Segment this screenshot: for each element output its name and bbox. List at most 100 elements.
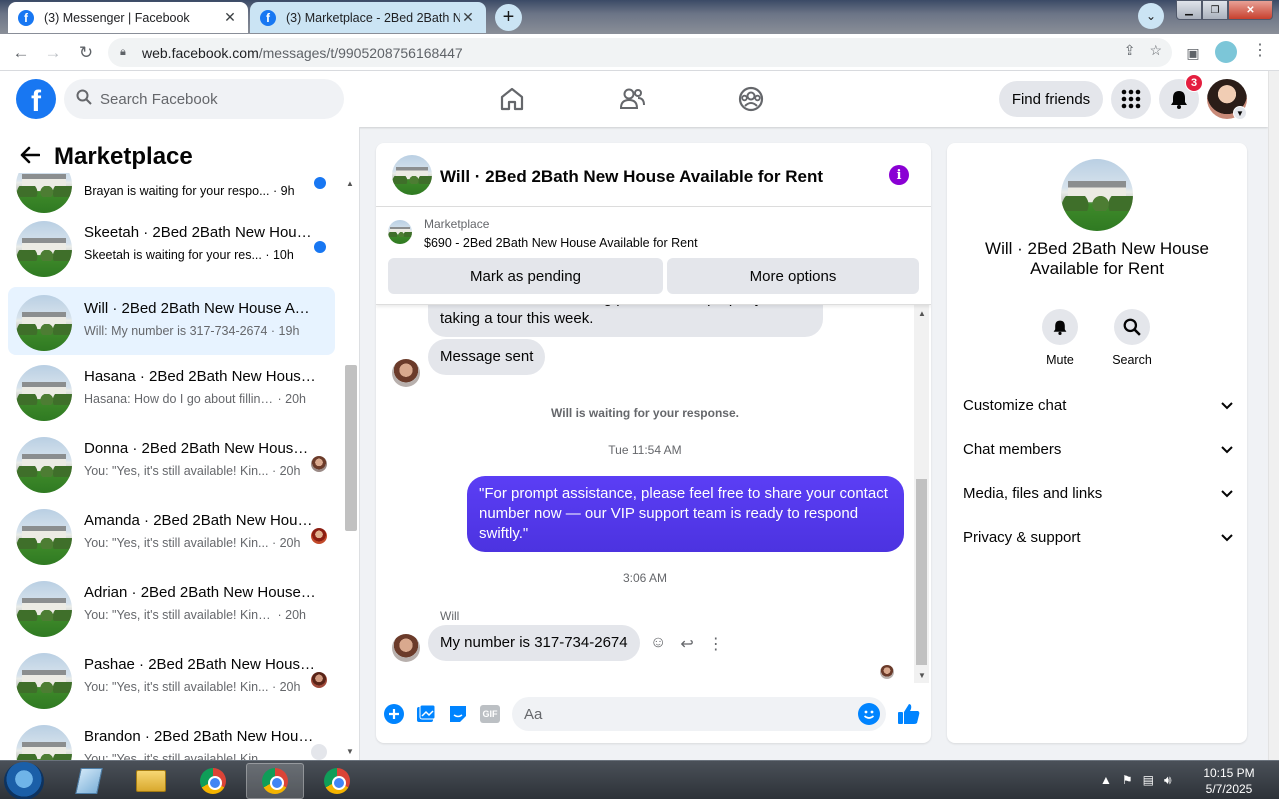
listing-description[interactable]: $690 - 2Bed 2Bath New House Available fo… bbox=[424, 236, 698, 250]
attach-photo-icon[interactable] bbox=[415, 703, 437, 725]
scroll-up-icon[interactable]: ▲ bbox=[918, 309, 926, 318]
conversation-preview: You: "Yes, it's still available! Kin... bbox=[84, 464, 269, 478]
conversation-item[interactable]: Donna · 2Bed 2Bath New House Available f… bbox=[8, 431, 335, 495]
scroll-up-icon[interactable]: ▲ bbox=[346, 179, 354, 188]
close-tab-icon[interactable]: ✕ bbox=[460, 9, 476, 26]
windows-taskbar: ▲ ⚑ ▤ 🔊︎ 10:15 PM 5/7/2025 bbox=[0, 760, 1279, 799]
message-bubble-incoming[interactable]: Message sent bbox=[428, 339, 546, 375]
message-input[interactable]: Aa bbox=[512, 697, 886, 731]
sidebar-scrollbar[interactable]: ▲ ▼ bbox=[343, 177, 357, 757]
browser-tabstrip: f (3) Messenger | Facebook ✕ f (3) Marke… bbox=[0, 0, 1279, 34]
groups-icon[interactable] bbox=[737, 85, 765, 113]
thumbs-up-icon[interactable] bbox=[896, 701, 922, 727]
thread-scrollbar[interactable]: ▲ ▼ bbox=[914, 305, 929, 683]
conversation-item[interactable]: Brayan is waiting for your respo... · 9h bbox=[8, 173, 335, 215]
find-friends-button[interactable]: Find friends bbox=[999, 81, 1103, 117]
chat-members-row[interactable]: Chat members bbox=[963, 427, 1233, 471]
more-actions-icon[interactable]: ⋮ bbox=[708, 634, 724, 654]
browser-tab-marketplace[interactable]: f (3) Marketplace - 2Bed 2Bath Ne ✕ bbox=[250, 2, 486, 33]
browser-tab-messenger[interactable]: f (3) Messenger | Facebook ✕ bbox=[8, 2, 248, 33]
close-tab-icon[interactable]: ✕ bbox=[222, 9, 238, 26]
scroll-down-icon[interactable]: ▼ bbox=[346, 747, 354, 756]
conversation-item[interactable]: Hasana · 2Bed 2Bath New House Available … bbox=[8, 359, 335, 423]
conversation-time: · 9h bbox=[272, 184, 295, 198]
volume-icon[interactable]: 🔊︎ bbox=[1164, 773, 1172, 788]
sender-avatar[interactable] bbox=[392, 634, 420, 662]
sender-avatar[interactable] bbox=[392, 359, 420, 387]
media-files-links-row[interactable]: Media, files and links bbox=[963, 471, 1233, 515]
conversation-item-active[interactable]: Will · 2Bed 2Bath New House Available fo… bbox=[8, 287, 335, 355]
chrome-app-icon[interactable] bbox=[184, 763, 242, 799]
address-bar[interactable]: 🔒︎ web.facebook.com/messages/t/990520875… bbox=[108, 38, 1172, 67]
more-options-button[interactable]: More options bbox=[667, 258, 919, 294]
file-explorer-icon[interactable] bbox=[122, 763, 180, 799]
chat-thumbnail[interactable] bbox=[392, 155, 432, 195]
conversation-preview: Will: My number is 317-734-2674 bbox=[84, 324, 268, 338]
tab-search-chevron-icon[interactable]: ⌄ bbox=[1138, 3, 1164, 29]
start-button-icon[interactable] bbox=[4, 762, 44, 799]
back-arrow-icon[interactable] bbox=[20, 144, 41, 170]
reload-icon[interactable]: ↻ bbox=[73, 40, 99, 66]
browser-menu-icon[interactable]: ⋮ bbox=[1252, 40, 1268, 60]
search-facebook-input[interactable]: Search Facebook bbox=[64, 79, 344, 119]
scrollbar-thumb[interactable] bbox=[916, 479, 927, 665]
show-hidden-icons-icon[interactable]: ▲ bbox=[1100, 773, 1112, 788]
message-bubble-outgoing[interactable]: "For prompt assistance, please feel free… bbox=[467, 476, 904, 552]
taskbar-clock[interactable]: 10:15 PM 5/7/2025 bbox=[1196, 765, 1262, 797]
add-more-icon[interactable] bbox=[383, 703, 405, 725]
search-action[interactable]: Search bbox=[1102, 309, 1162, 367]
info-thumbnail[interactable] bbox=[1061, 159, 1133, 231]
new-tab-button[interactable]: + bbox=[495, 4, 522, 31]
notepad-app-icon[interactable] bbox=[60, 763, 118, 799]
scrollbar-thumb[interactable] bbox=[345, 365, 357, 531]
conversation-item[interactable]: Skeetah · 2Bed 2Bath New House Available… bbox=[8, 215, 335, 279]
window-maximize-button[interactable]: ❐ bbox=[1202, 0, 1228, 20]
message-composer: GIF Aa bbox=[376, 693, 931, 735]
chevron-down-icon[interactable]: ▼ bbox=[1233, 106, 1247, 120]
network-icon[interactable]: ▤ bbox=[1143, 773, 1154, 788]
conversation-item[interactable]: Adrian · 2Bed 2Bath New House Available … bbox=[8, 575, 335, 639]
listing-thumbnail bbox=[16, 509, 72, 565]
react-emoji-icon[interactable]: ☺ bbox=[650, 634, 666, 654]
chat-title[interactable]: Will · 2Bed 2Bath New House Available fo… bbox=[440, 167, 823, 187]
back-arrow-icon[interactable]: ← bbox=[8, 40, 34, 66]
home-icon[interactable] bbox=[498, 85, 526, 113]
conversation-info-icon[interactable]: i bbox=[889, 165, 909, 185]
window-minimize-button[interactable]: ▁ bbox=[1176, 0, 1202, 20]
message-bubble-incoming[interactable]: Hi I'm interested in seeing photos of th… bbox=[428, 305, 823, 337]
reply-icon[interactable]: ↩ bbox=[680, 634, 693, 654]
message-bubble-incoming[interactable]: My number is 317-734-2674 bbox=[428, 625, 640, 661]
listing-thumbnail[interactable] bbox=[388, 220, 412, 244]
emoji-icon[interactable] bbox=[858, 703, 880, 725]
page-scrollbar[interactable] bbox=[1268, 71, 1279, 760]
side-panel-icon[interactable]: ▣ bbox=[1180, 40, 1206, 66]
scroll-down-icon[interactable]: ▼ bbox=[918, 671, 926, 680]
search-placeholder: Search Facebook bbox=[100, 90, 218, 108]
conversation-preview: You: "Yes, it's still available! Kin... bbox=[84, 680, 269, 694]
privacy-support-row[interactable]: Privacy & support bbox=[963, 515, 1233, 559]
conversation-item[interactable]: Pashae · 2Bed 2Bath New House Available … bbox=[8, 647, 335, 711]
window-close-button[interactable]: ✕ bbox=[1228, 0, 1273, 20]
friends-icon[interactable] bbox=[618, 85, 646, 113]
share-icon[interactable]: ⇪ bbox=[1124, 42, 1136, 59]
gif-icon[interactable]: GIF bbox=[479, 703, 501, 725]
conversation-item[interactable]: Brandon · 2Bed 2Bath New House Available… bbox=[8, 719, 335, 760]
chrome-app-icon-active[interactable] bbox=[246, 763, 304, 799]
mark-as-pending-button[interactable]: Mark as pending bbox=[388, 258, 663, 294]
menu-grid-icon[interactable] bbox=[1111, 79, 1151, 119]
facebook-header: f Search Facebook Find friends 3 ▼ bbox=[0, 71, 1268, 127]
facebook-logo-icon[interactable]: f bbox=[16, 79, 56, 119]
forward-arrow-icon[interactable]: → bbox=[40, 40, 66, 66]
conversation-name: Hasana · 2Bed 2Bath New House Available … bbox=[84, 368, 316, 385]
message-placeholder: Aa bbox=[524, 705, 543, 723]
conversation-item[interactable]: Amanda · 2Bed 2Bath New House Available … bbox=[8, 503, 335, 567]
listing-thumbnail bbox=[16, 725, 72, 760]
action-center-flag-icon[interactable]: ⚑ bbox=[1122, 773, 1133, 788]
mute-action[interactable]: Mute bbox=[1030, 309, 1090, 367]
customize-chat-row[interactable]: Customize chat bbox=[963, 383, 1233, 427]
chrome-app-icon[interactable] bbox=[308, 763, 366, 799]
clock-time: 10:15 PM bbox=[1203, 766, 1255, 780]
bookmark-star-icon[interactable]: ☆ bbox=[1149, 42, 1162, 59]
sticker-icon[interactable] bbox=[447, 703, 469, 725]
browser-profile-icon[interactable] bbox=[1215, 41, 1237, 63]
